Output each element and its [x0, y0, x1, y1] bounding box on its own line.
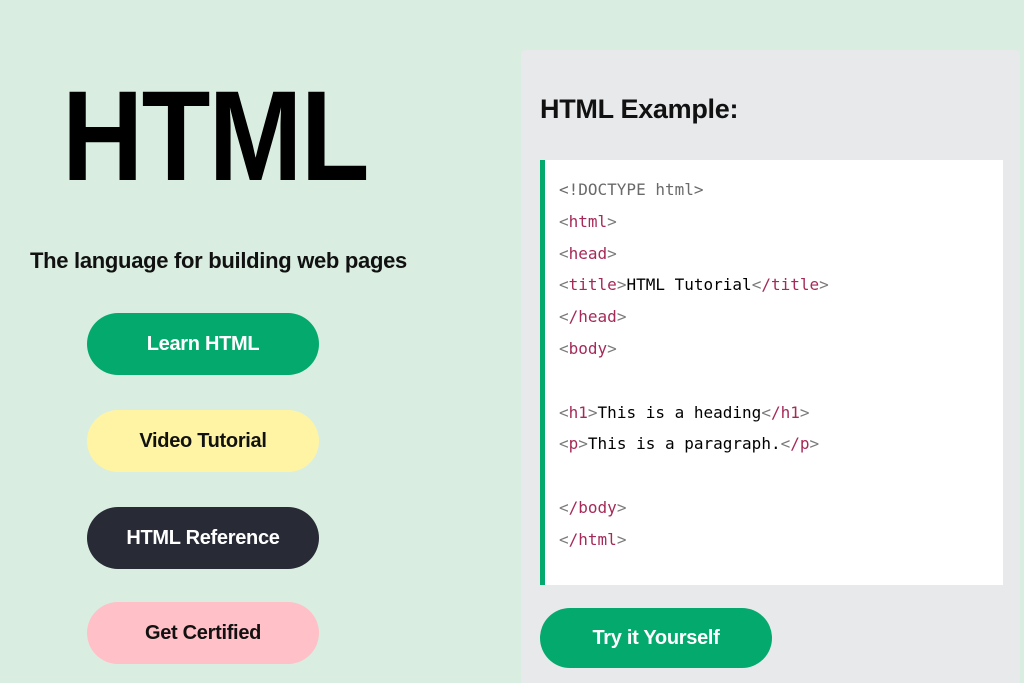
code-line-head-open: <head>: [559, 243, 617, 263]
hero-section: HTML The language for building web pages…: [0, 0, 420, 683]
code-tag: p: [568, 434, 579, 454]
try-it-yourself-button[interactable]: Try it Yourself: [540, 608, 772, 668]
code-tag: head: [568, 243, 608, 263]
code-doctype: <!DOCTYPE html>: [559, 180, 704, 199]
page: HTML The language for building web pages…: [0, 0, 1024, 683]
code-line-h1: <h1>This is a heading</h1>: [559, 402, 810, 422]
code-tag: /h1: [770, 402, 800, 422]
code-line-body-open: <body>: [559, 338, 617, 358]
code-line-body-close: </body>: [559, 497, 627, 517]
code-tag: /body: [568, 497, 617, 517]
code-line-p: <p>This is a paragraph.</p>: [559, 434, 820, 454]
code-tag: h1: [568, 402, 588, 422]
hero-tagline: The language for building web pages: [30, 248, 407, 273]
html-reference-button[interactable]: HTML Reference: [87, 507, 319, 569]
learn-html-button[interactable]: Learn HTML: [87, 313, 319, 375]
code-line-title: <title>HTML Tutorial</title>: [559, 275, 829, 295]
hero-title: HTML: [62, 65, 370, 208]
code-line-html-close: </html>: [559, 529, 627, 549]
code-tag: /p: [790, 434, 810, 454]
example-title: HTML Example:: [540, 94, 739, 124]
code-text: This is a heading: [597, 402, 762, 422]
code-tag: body: [568, 338, 608, 358]
code-tag: /head: [568, 307, 617, 327]
code-line-doctype: <!DOCTYPE html>: [559, 174, 1003, 206]
code-text: This is a paragraph.: [587, 434, 781, 454]
code-line-head-close: </head>: [559, 307, 627, 327]
code-tag: /html: [568, 529, 617, 549]
code-text: HTML Tutorial: [626, 275, 752, 295]
code-example: <!DOCTYPE html> <html> <head> <title>HTM…: [540, 160, 1003, 585]
example-panel: HTML Example: <!DOCTYPE html> <html> <he…: [521, 50, 1020, 683]
video-tutorial-button[interactable]: Video Tutorial: [87, 410, 319, 472]
code-tag: html: [568, 211, 608, 231]
get-certified-button[interactable]: Get Certified: [87, 602, 319, 664]
code-tag: title: [568, 275, 617, 295]
code-tag: /title: [761, 275, 820, 295]
code-line-html-open: <html>: [559, 211, 617, 231]
